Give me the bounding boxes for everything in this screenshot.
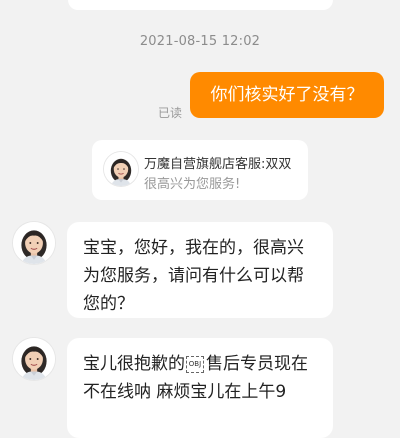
chat-timestamp: 2021-08-15 12:02: [139, 34, 261, 49]
object-replacement-glyph: OBJ: [186, 355, 204, 373]
service-agent-subtitle: 很高兴为您服务!: [144, 177, 241, 192]
service-agent-title: 万魔自营旗舰店客服:双双: [144, 157, 292, 172]
received-message-bubble[interactable]: 宝儿很抱歉的 OBJ 售后专员现在不在线呐 麻烦宝儿在上午9: [67, 338, 333, 438]
previous-message-bubble: [68, 0, 333, 10]
sent-message-row: 你们核实好了没有？: [190, 72, 384, 118]
received-message-bubble[interactable]: 宝宝，您好，我在的，很高兴为您服务，请问有什么可以帮您的？: [67, 222, 333, 318]
woman-agent-avatar-icon: [13, 222, 55, 264]
read-status: 已读: [158, 106, 183, 120]
agent-avatar-icon: [13, 222, 55, 264]
agent-avatar-icon: [104, 152, 138, 186]
message-text-before-glyph: 宝儿很抱歉的: [83, 354, 185, 374]
agent-avatar-icon: [13, 338, 55, 380]
woman-agent-avatar-icon: [104, 152, 138, 186]
service-agent-card[interactable]: 万魔自营旗舰店客服:双双 很高兴为您服务!: [92, 140, 308, 200]
sent-message-bubble[interactable]: 你们核实好了没有？: [190, 72, 384, 118]
woman-agent-avatar-icon: [13, 338, 55, 380]
